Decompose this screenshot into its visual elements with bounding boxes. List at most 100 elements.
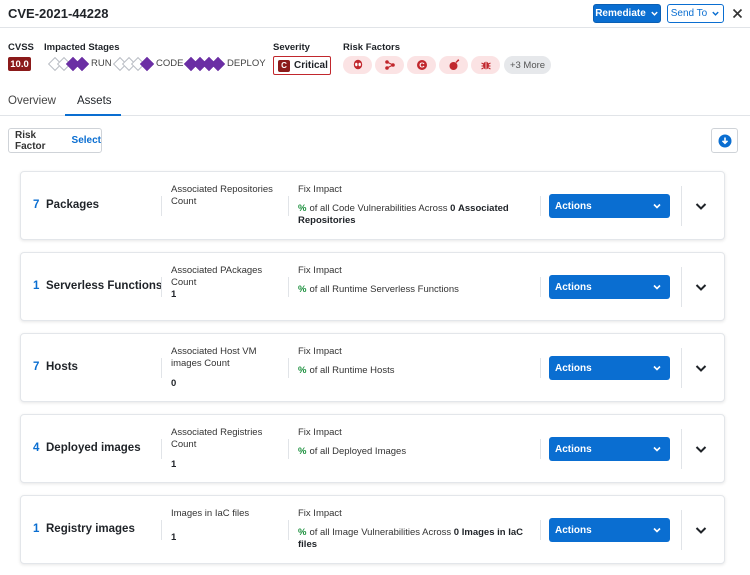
risk-factor-select[interactable]: Select — [72, 135, 101, 146]
fix-impact-label: Fix Impact — [298, 265, 342, 276]
fix-impact: % of all Code Vulnerabilities Across 0 As… — [298, 203, 533, 227]
fix-impact-text: of all Code Vulnerabilities Across — [309, 203, 448, 214]
chevron-down-icon — [695, 203, 707, 210]
fix-impact-text: of all Image Vulnerabilities Across — [309, 527, 452, 538]
actions-label: Actions — [555, 200, 592, 212]
chevron-down-icon — [653, 365, 661, 371]
download-icon — [718, 134, 731, 147]
risk-factors-more[interactable]: +3 More — [504, 56, 551, 74]
close-button[interactable] — [729, 4, 745, 23]
chevron-down-icon — [695, 284, 707, 291]
expand-button[interactable] — [691, 277, 711, 297]
stage-diamond — [210, 56, 226, 71]
stage-diamonds — [183, 56, 226, 71]
stage-deploy: DEPLOY — [183, 56, 266, 71]
download-button[interactable] — [711, 128, 738, 153]
tab-overview[interactable]: Overview — [8, 95, 56, 107]
severity-label: Severity — [273, 42, 310, 53]
actions-label: Actions — [555, 443, 592, 455]
asset-count[interactable]: 7 — [33, 361, 39, 373]
risk-factor-filter[interactable]: Risk Factor Select — [8, 128, 102, 153]
actions-label: Actions — [555, 524, 592, 536]
fix-impact-count: 0 — [450, 203, 456, 214]
stage-label: DEPLOY — [227, 58, 266, 69]
bug-icon[interactable] — [471, 56, 500, 74]
chevron-down-icon — [653, 446, 661, 452]
severity-badge: C Critical — [273, 56, 331, 75]
actions-label: Actions — [555, 362, 592, 374]
chevron-down-icon — [653, 527, 661, 533]
asset-count[interactable]: 1 — [33, 523, 39, 535]
top-bar: CVE-2021-44228 Remediate Send To — [0, 0, 750, 28]
chevron-down-icon — [712, 11, 719, 16]
fix-impact-label: Fix Impact — [298, 427, 342, 438]
expand-button[interactable] — [691, 520, 711, 540]
stage-diamonds — [112, 56, 155, 71]
risk-factor-filter-label: Risk Factor — [15, 129, 46, 152]
stage-label: RUN — [91, 58, 112, 69]
actions-button[interactable]: Actions — [549, 437, 670, 461]
network-icon[interactable] — [375, 56, 404, 74]
risk-factors-label: Risk Factors — [343, 42, 401, 53]
expand-button[interactable] — [691, 358, 711, 378]
fix-impact: % of all Image Vulnerabilities Across 0 I… — [298, 527, 533, 551]
chevron-down-icon — [695, 446, 707, 453]
divider — [161, 196, 162, 216]
divider — [540, 196, 541, 216]
alien-icon[interactable] — [343, 56, 372, 74]
divider — [540, 277, 541, 297]
actions-button[interactable]: Actions — [549, 194, 670, 218]
asset-count[interactable]: 7 — [33, 199, 39, 211]
expand-button[interactable] — [691, 196, 711, 216]
fix-percent: % — [298, 365, 307, 376]
divider — [681, 267, 682, 307]
critical-icon: C — [278, 59, 290, 72]
cvss-score-badge: 10.0 — [8, 57, 31, 71]
cvss-label: CVSS — [8, 42, 34, 53]
remediate-button[interactable]: Remediate — [593, 4, 661, 23]
associated-label: Images in IaC files — [171, 508, 250, 519]
divider — [288, 277, 289, 297]
fix-impact-label: Fix Impact — [298, 346, 342, 357]
fix-percent: % — [298, 284, 307, 295]
chevron-down-icon — [653, 284, 661, 290]
fix-impact-text: of all Runtime Hosts — [309, 365, 395, 376]
divider — [681, 510, 682, 550]
asset-count[interactable]: 1 — [33, 280, 39, 292]
expand-button[interactable] — [691, 439, 711, 459]
fix-impact-text: of all Runtime Serverless Functions — [309, 284, 459, 295]
fix-impact-label: Fix Impact — [298, 508, 342, 519]
fix-percent: % — [298, 203, 307, 214]
tab-assets[interactable]: Assets — [77, 95, 112, 107]
stage-diamond — [74, 56, 90, 71]
c-icon[interactable]: C — [407, 56, 436, 74]
fix-impact: % of all Deployed Images — [298, 446, 533, 458]
send-to-button[interactable]: Send To — [667, 4, 724, 23]
associated-label: Associated PAckages Count — [171, 265, 263, 288]
associated-label: Associated Host VM images Count — [171, 346, 257, 369]
actions-button[interactable]: Actions — [549, 518, 670, 542]
fix-impact: % of all Runtime Hosts — [298, 365, 533, 377]
close-icon — [732, 8, 742, 19]
send-to-label: Send To — [670, 8, 708, 19]
impacted-stages-label: Impacted Stages — [44, 42, 120, 53]
asset-card: 4 Deployed images Associated Registries Co… — [20, 414, 725, 483]
divider — [161, 439, 162, 459]
asset-name: Packages — [46, 199, 100, 211]
asset-card: 1 Serverless Functions Associated PAckages… — [20, 252, 725, 321]
fix-impact-count: 0 — [453, 527, 460, 538]
associated-value: 0 — [171, 378, 177, 389]
fix-percent: % — [298, 446, 307, 457]
bomb-icon[interactable] — [439, 56, 468, 74]
asset-count[interactable]: 4 — [33, 442, 39, 454]
associated-value: 1 — [171, 289, 177, 300]
chevron-down-icon — [653, 203, 661, 209]
actions-button[interactable]: Actions — [549, 356, 670, 380]
divider — [681, 348, 682, 388]
severity-value: Critical — [294, 60, 328, 71]
actions-button[interactable]: Actions — [549, 275, 670, 299]
divider — [540, 358, 541, 378]
divider — [681, 186, 682, 226]
associated-label: Associated Repositories Count — [171, 184, 273, 207]
asset-name: Registry images — [46, 523, 135, 535]
